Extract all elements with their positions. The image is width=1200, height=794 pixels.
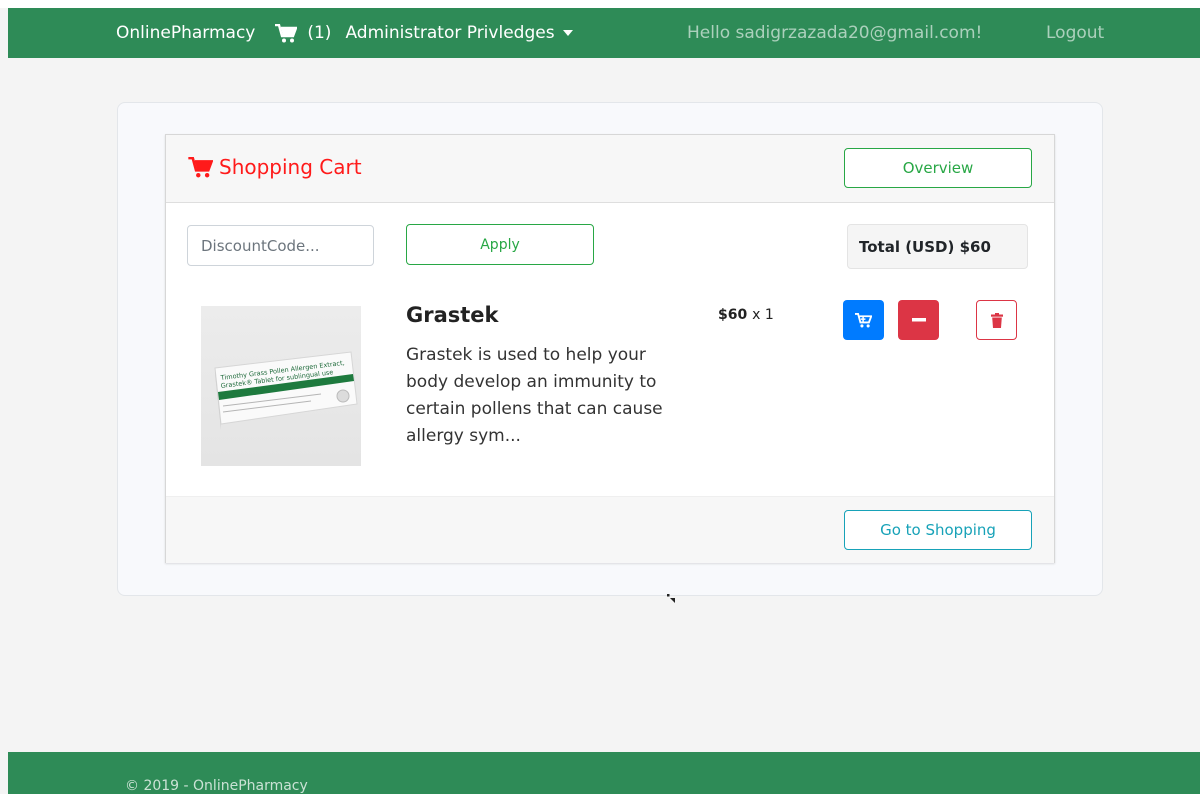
cart-total: Total (USD) $60: [847, 224, 1028, 269]
cart-title: Shopping Cart: [188, 155, 362, 179]
item-price-quantity: $60 x 1: [718, 307, 774, 323]
caret-down-icon: [562, 30, 573, 36]
go-to-shopping-button[interactable]: Go to Shopping: [844, 510, 1032, 550]
item-price: $60: [718, 307, 748, 323]
decrease-quantity-button[interactable]: [898, 300, 939, 340]
admin-menu-label: Administrator Privledges: [345, 23, 555, 43]
cropped-page-title-strip: [0, 0, 1200, 8]
admin-menu-dropdown[interactable]: Administrator Privledges: [345, 23, 573, 43]
apply-discount-button[interactable]: Apply: [406, 224, 594, 265]
top-navbar: OnlinePharmacy (1) Administrator Privled…: [8, 8, 1200, 58]
brand-link[interactable]: OnlinePharmacy: [116, 23, 255, 43]
user-greeting-link[interactable]: Hello sadigrzazada20@gmail.com!: [687, 23, 982, 43]
item-quantity: x 1: [752, 307, 774, 323]
shopping-cart-card: Shopping Cart Overview Apply Total (USD)…: [165, 134, 1055, 563]
cart-plus-icon: [855, 312, 872, 327]
product-image: Timothy Grass Pollen Allergen Extract, G…: [201, 306, 361, 466]
remove-item-button[interactable]: [976, 300, 1017, 340]
minus-icon: [911, 318, 926, 322]
trash-icon: [990, 312, 1003, 328]
cart-count: (1): [307, 23, 332, 43]
medicine-box-image: Timothy Grass Pollen Allergen Extract, G…: [201, 306, 361, 466]
cart-icon: [275, 23, 298, 42]
shopping-cart-icon: [188, 156, 213, 177]
nav-cart-link[interactable]: (1): [275, 23, 331, 43]
discount-code-input[interactable]: [187, 225, 374, 266]
cart-card-footer: Go to Shopping: [166, 496, 1054, 563]
product-description: Grastek is used to help your body develo…: [406, 345, 663, 446]
navbar-content: OnlinePharmacy (1) Administrator Privled…: [116, 8, 1196, 58]
footer-copyright: © 2019 - OnlinePharmacy: [125, 778, 308, 794]
cart-card-header: Shopping Cart Overview: [166, 135, 1054, 203]
cropped-title-text: [4, 0, 11, 7]
product-name: Grastek: [406, 303, 499, 327]
page-footer: © 2019 - OnlinePharmacy: [8, 752, 1200, 794]
increase-quantity-button[interactable]: [843, 300, 884, 340]
cart-title-text: Shopping Cart: [219, 155, 362, 179]
logout-link[interactable]: Logout: [1046, 23, 1104, 43]
mouse-cursor-icon: [667, 594, 675, 603]
overview-button[interactable]: Overview: [844, 148, 1032, 188]
